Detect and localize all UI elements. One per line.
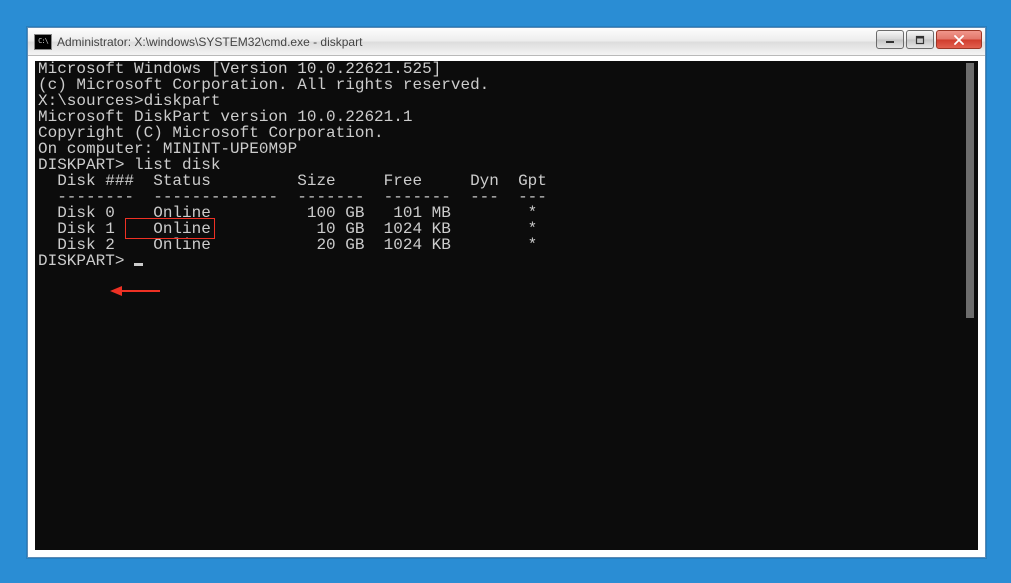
line-diskpart-prompt-2: DISKPART> — [35, 253, 978, 269]
close-button[interactable] — [936, 30, 982, 49]
console-output[interactable]: Microsoft Windows [Version 10.0.22621.52… — [35, 61, 978, 550]
window-title: Administrator: X:\windows\SYSTEM32\cmd.e… — [57, 35, 362, 49]
scrollbar[interactable] — [962, 61, 978, 550]
titlebar[interactable]: C:\ Administrator: X:\windows\SYSTEM32\c… — [28, 28, 985, 56]
line-diskpart-copyright: Copyright (C) Microsoft Corporation. — [35, 125, 978, 141]
cmd-icon: C:\ — [34, 34, 52, 50]
maximize-button[interactable] — [906, 30, 934, 49]
line-table-header: Disk ### Status Size Free Dyn Gpt — [35, 173, 978, 189]
line-version: Microsoft Windows [Version 10.0.22621.52… — [35, 61, 978, 77]
minimize-button[interactable] — [876, 30, 904, 49]
window-controls — [876, 30, 982, 49]
line-diskpart-version: Microsoft DiskPart version 10.0.22621.1 — [35, 109, 978, 125]
table-row: Disk 2 Online 20 GB 1024 KB * — [35, 237, 978, 253]
line-table-divider: -------- ------------- ------- ------- -… — [35, 189, 978, 205]
annotation-highlight-box — [125, 218, 215, 239]
line-diskpart-prompt-1: DISKPART> list disk — [35, 157, 978, 173]
line-prompt-sources: X:\sources>diskpart — [35, 93, 978, 109]
line-computer: On computer: MININT-UPE0M9P — [35, 141, 978, 157]
cursor-icon — [134, 263, 143, 266]
line-copyright: (c) Microsoft Corporation. All rights re… — [35, 77, 978, 93]
annotation-arrow-icon — [110, 285, 160, 297]
scrollbar-thumb[interactable] — [966, 63, 974, 318]
cmd-window: C:\ Administrator: X:\windows\SYSTEM32\c… — [27, 27, 986, 558]
